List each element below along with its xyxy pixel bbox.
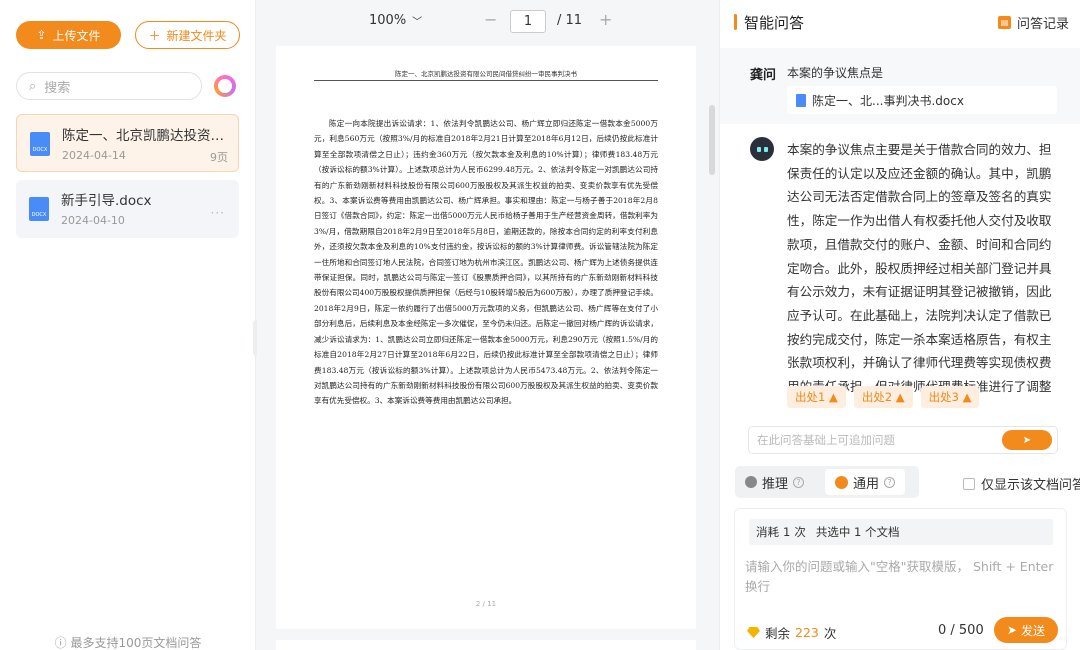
file-date: 2024-04-10 [61, 214, 125, 227]
info-icon: ⓘ [54, 636, 67, 650]
search-icon: ⌕ [29, 78, 37, 94]
history-label: 问答记录 [1016, 17, 1069, 32]
source-tag[interactable]: 出处3 ▲ [920, 386, 980, 408]
followup-send-button[interactable]: ➤ [1002, 430, 1052, 450]
panel-header: 智能问答 ▤ 问答记录 [720, 0, 1080, 44]
docx-file-icon: DOCX [29, 197, 49, 221]
source-tag[interactable]: 出处1 ▲ [787, 386, 846, 408]
followup-input[interactable]: 在此问答基础上可追加问题 ➤ [748, 426, 1058, 454]
document-page: 陈定一、北京凯鹏达投资有限公司民间借贷纠纷一审民事判决书 陈定一向本院提出诉讼请… [276, 46, 696, 629]
file-name: 陈定一、北京凯鹏达投资有... [62, 128, 230, 144]
page-total: / 11 [557, 13, 583, 28]
chevron-down-icon: ﹀ [412, 17, 423, 28]
consume-count: 1 [783, 525, 791, 539]
new-folder-label: 新建文件夹 [166, 28, 227, 43]
question-user: 龚问 [750, 68, 777, 83]
search-placeholder: 搜索 [44, 80, 71, 96]
help-icon[interactable]: ? [793, 476, 805, 488]
upload-label: 上传文件 [52, 28, 101, 43]
search-input[interactable]: ⌕ 搜索 [16, 72, 202, 100]
history-icon: ▤ [997, 16, 1011, 29]
tab-general[interactable]: 通用 ? [825, 469, 906, 495]
tab-reasoning[interactable]: 推理 ? [735, 469, 814, 495]
plus-icon: ＋ [148, 28, 161, 43]
file-date: 2024-04-14 [62, 149, 126, 162]
selected-docs: 共选中 1 个文档 [815, 525, 900, 539]
reasoning-icon [745, 476, 757, 488]
send-icon: ➤ [1022, 434, 1032, 446]
page-footer: 2 / 11 [475, 600, 497, 608]
next-page-button[interactable]: + [599, 10, 612, 29]
qa-history-button[interactable]: ▤ 问答记录 [997, 13, 1069, 32]
upload-icon: ⇪ [36, 28, 47, 42]
consume-info: 消耗 1 次 共选中 1 个文档 [749, 519, 1053, 545]
question-text: 本案的争议焦点是 [787, 66, 884, 80]
file-item-active[interactable]: DOCX 陈定一、北京凯鹏达投资有... 2024-04-14 9页 [16, 114, 239, 172]
question-input[interactable]: 请输入你的问题或输入"空格"获取模版， Shift + Enter 换行 [745, 557, 1055, 597]
zoom-select[interactable]: 100% ﹀ [369, 13, 422, 28]
page-number-input[interactable]: 1 [510, 10, 546, 33]
document-viewer: 100% ﹀ − 1 / 11 + 陈定一、北京凯鹏达投资有限公司民间借贷纠纷一… [257, 0, 718, 650]
send-icon: ➤ [1006, 623, 1018, 637]
qa-panel: 智能问答 ▤ 问答记录 龚问 本案的争议焦点是 陈定一、北...事判决书.doc… [719, 0, 1080, 650]
char-counter: 0 / 500 [938, 623, 984, 638]
question-doc-name: 陈定一、北...事判决书.docx [812, 93, 964, 108]
question-input-card: 消耗 1 次 共选中 1 个文档 请输入你的问题或输入"空格"获取模版， Shi… [734, 508, 1067, 650]
mode-tabs: 推理 ? 通用 ? [735, 466, 919, 498]
panel-title: 智能问答 [744, 14, 805, 32]
help-icon[interactable]: ? [884, 476, 896, 488]
docx-file-icon: DOCX [30, 132, 50, 156]
ai-assistant-icon[interactable] [214, 75, 236, 97]
docx-file-icon [796, 93, 806, 107]
send-button[interactable]: ➤ 发送 [994, 617, 1058, 643]
general-icon [835, 475, 848, 489]
title-accent-bar [734, 14, 737, 30]
page-header: 陈定一、北京凯鹏达投资有限公司民间借贷纠纷一审民事判决书 [314, 68, 658, 81]
file-item[interactable]: DOCX 新手引导.docx 2024-04-10 ··· [16, 180, 239, 238]
source-tag[interactable]: 出处2 ▲ [853, 386, 913, 408]
new-folder-button[interactable]: ＋ 新建文件夹 [135, 21, 240, 49]
only-doc-toggle[interactable]: 仅显示该文档问答 [963, 474, 1080, 493]
bot-avatar-icon [750, 137, 774, 161]
page-limit-note: ⓘ 最多支持100页文档问答 [54, 636, 202, 650]
prev-page-button[interactable]: − [484, 10, 497, 29]
upload-file-button[interactable]: ⇪ 上传文件 [16, 21, 121, 49]
next-document-page [276, 640, 696, 650]
mode-row: 推理 ? 通用 ? 仅显示该文档问答 [735, 466, 1080, 498]
file-sidebar: ⇪ 上传文件 ＋ 新建文件夹 ⌕ 搜索 DOCX 陈定一、北京凯鹏达投资有...… [0, 0, 256, 650]
checkbox[interactable] [963, 477, 975, 490]
remaining-count: 剩余 223 次 [747, 623, 836, 642]
answer-text: 本案的争议焦点主要是关于借款合同的效力、担保责任的认定以及应还金额的确认。其中，… [787, 142, 1052, 395]
source-tags: 出处1 ▲ 出处2 ▲ 出处3 ▲ [787, 386, 980, 408]
file-page-count: 9页 [210, 151, 228, 164]
zoom-value: 100% [369, 13, 407, 28]
question-block: 龚问 本案的争议焦点是 陈定一、北...事判决书.docx [720, 48, 1080, 124]
viewer-scrollbar[interactable] [709, 105, 715, 175]
file-name: 新手引导.docx [61, 193, 152, 209]
more-options-icon[interactable]: ··· [211, 206, 225, 220]
gem-icon [747, 627, 760, 638]
viewer-toolbar: 100% ﹀ − 1 / 11 + [257, 0, 718, 44]
question-doc-reference[interactable]: 陈定一、北...事判决书.docx [787, 86, 1057, 114]
followup-placeholder: 在此问答基础上可追加问题 [757, 433, 895, 447]
page-body-text: 陈定一向本院提出诉讼请求：1、依法判令凯鹏达公司、杨广辉立即归还陈定一借款本金5… [314, 119, 658, 406]
